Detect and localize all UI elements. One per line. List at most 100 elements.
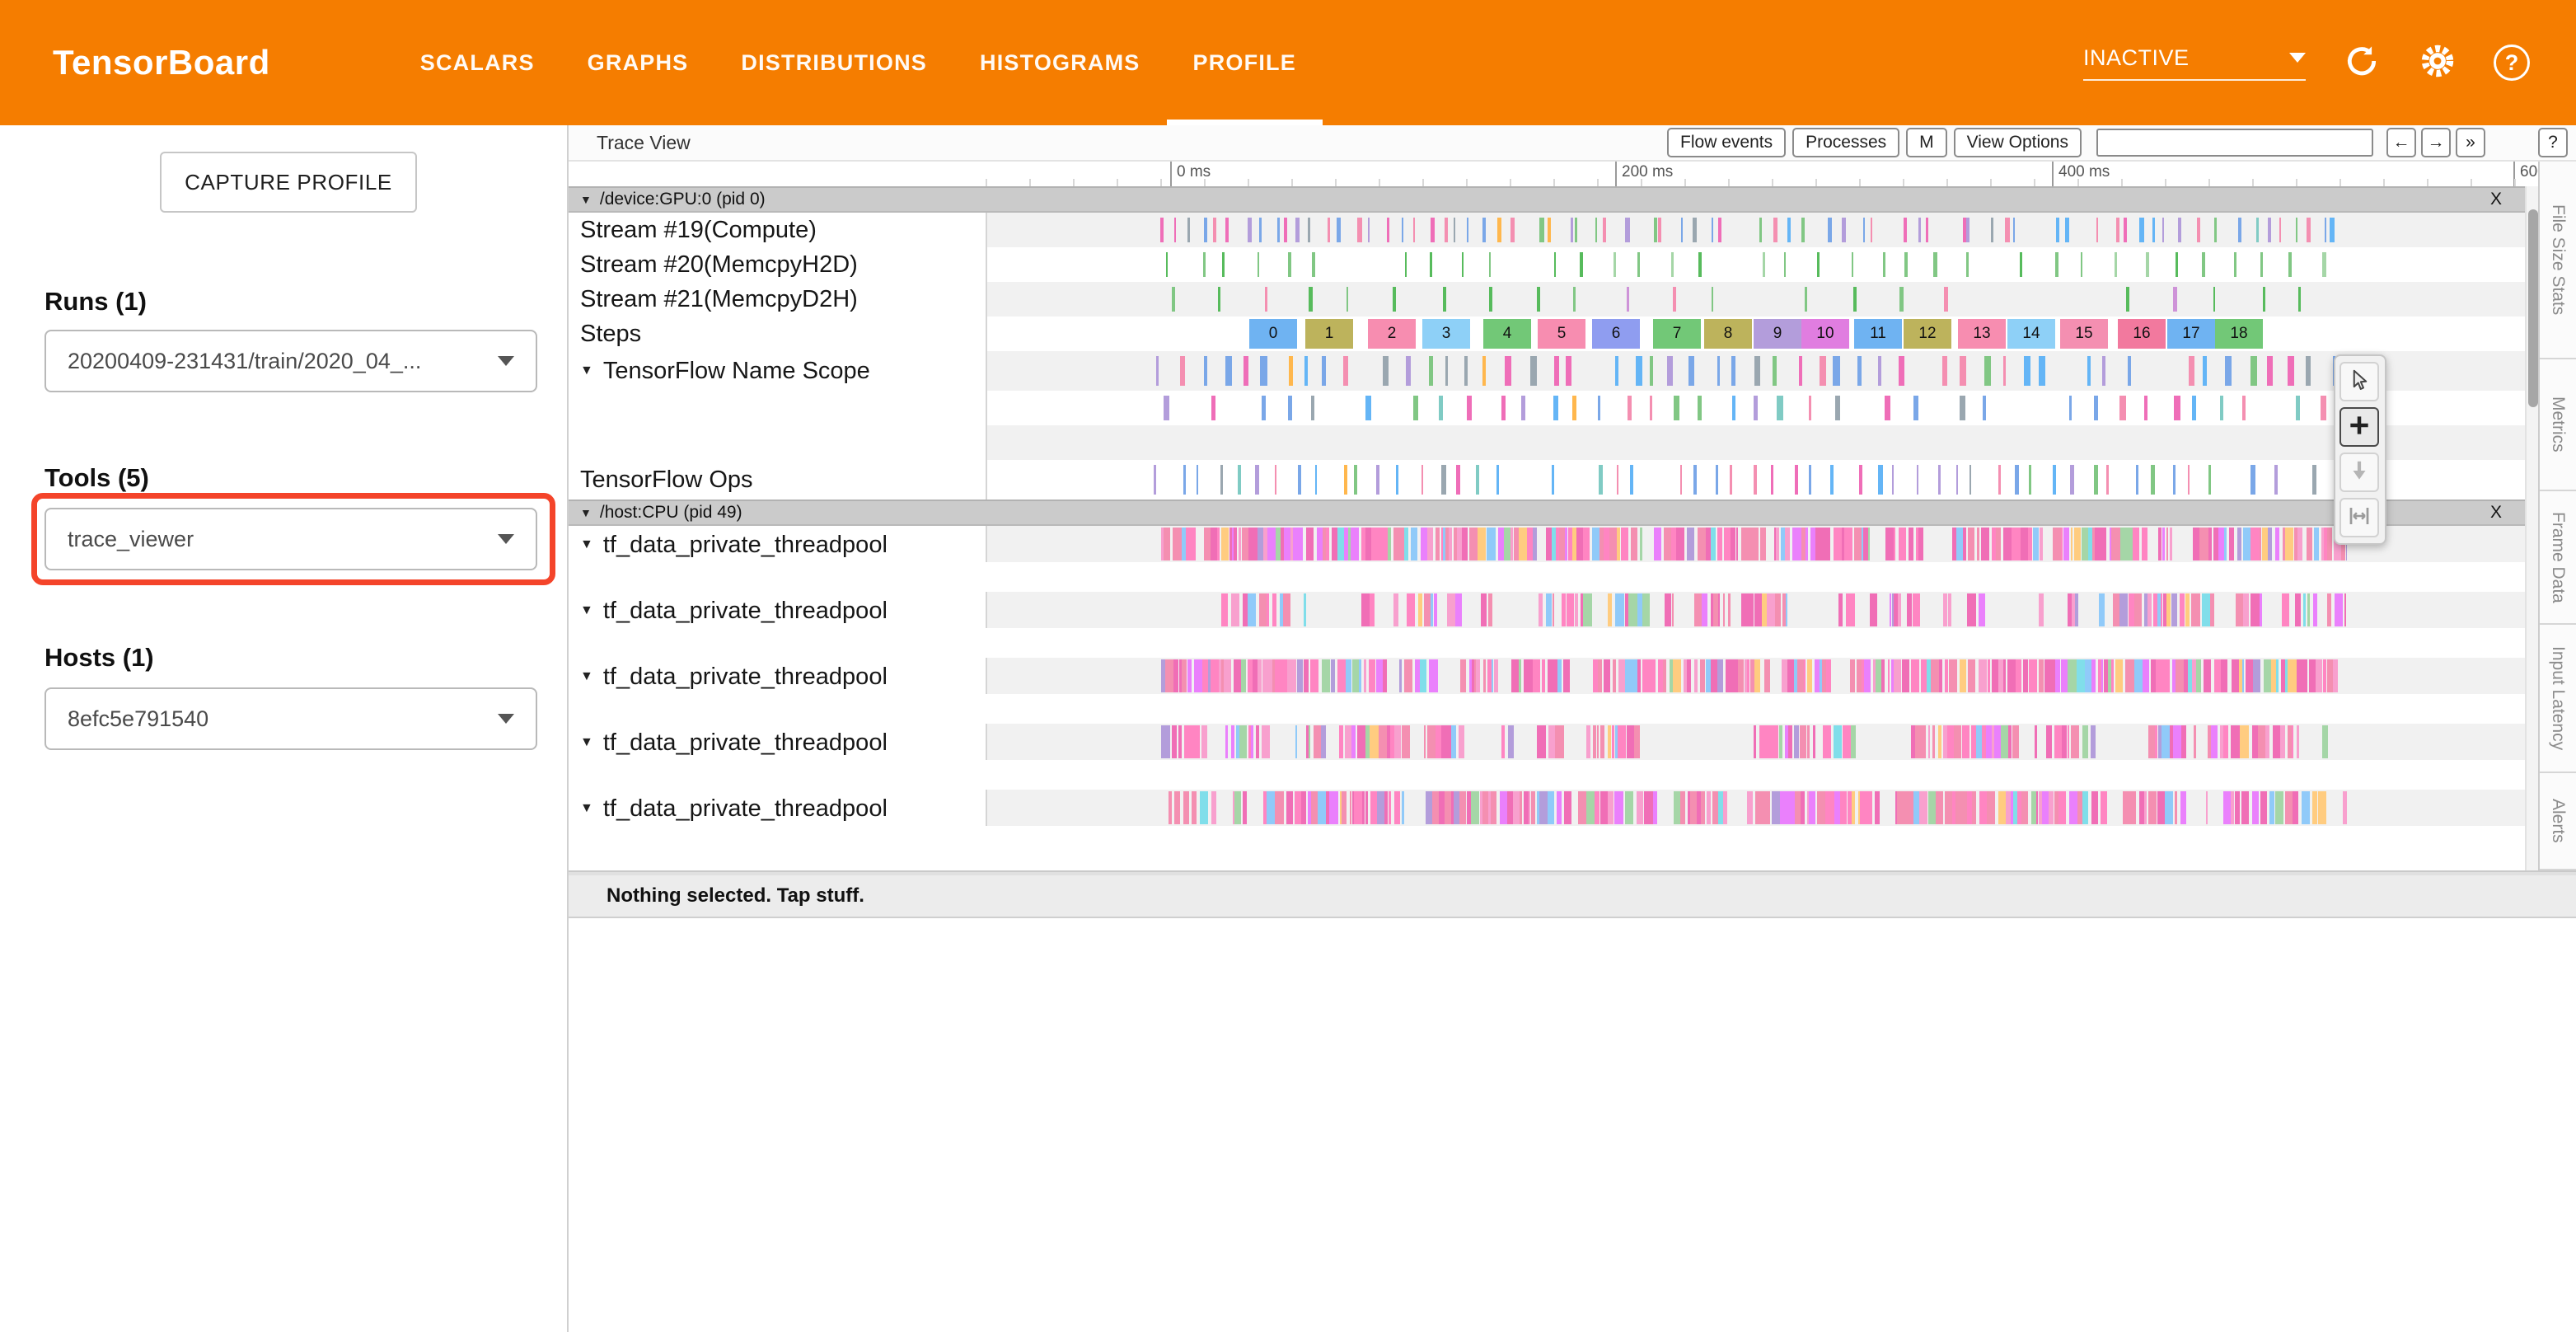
pan-tool-button[interactable]	[2339, 453, 2379, 492]
trace-event-bar[interactable]	[1497, 218, 1502, 242]
refresh-button[interactable]	[2342, 43, 2382, 82]
trace-event-bar[interactable]	[1741, 528, 1747, 560]
trace-event-bar[interactable]	[1183, 791, 1189, 824]
trace-event-bar[interactable]	[1827, 528, 1830, 560]
select-tool-button[interactable]	[2339, 362, 2379, 401]
trace-event-bar[interactable]	[1260, 356, 1267, 386]
row-expand-arrow-icon[interactable]: ▼	[580, 801, 593, 816]
analysis-tab-metrics[interactable]: Metrics	[2540, 359, 2576, 491]
trace-event-bar[interactable]	[1520, 791, 1522, 824]
trace-event-bar[interactable]	[1693, 218, 1697, 242]
step-block[interactable]: 11	[1854, 319, 1902, 349]
trace-event-bar[interactable]	[1478, 528, 1486, 560]
row-expand-arrow-icon[interactable]: ▼	[580, 669, 593, 684]
trace-event-bar[interactable]	[1637, 252, 1640, 277]
trace-event-bar[interactable]	[1178, 725, 1182, 758]
trace-event-bar[interactable]	[2001, 725, 2009, 758]
trace-event-bar[interactable]	[1826, 659, 1831, 692]
nav-tab-profile[interactable]: PROFILE	[1167, 0, 1323, 125]
trace-event-bar[interactable]	[1842, 218, 1846, 242]
trace-event-bar[interactable]	[1350, 791, 1351, 824]
trace-event-bar[interactable]	[1434, 593, 1438, 626]
trace-event-bar[interactable]	[1956, 528, 1963, 560]
trace-event-bar[interactable]	[2074, 528, 2082, 560]
trace-event-bar[interactable]	[2003, 356, 2006, 386]
trace-event-bar[interactable]	[2123, 791, 2129, 824]
scrollbar-thumb[interactable]	[2528, 209, 2538, 407]
trace-event-bar[interactable]	[2039, 659, 2044, 692]
trace-event-bar[interactable]	[1211, 528, 1217, 560]
trace-event-bar[interactable]	[1204, 356, 1208, 386]
trace-event-bar[interactable]	[2220, 396, 2223, 420]
step-block[interactable]: 5	[1538, 319, 1585, 349]
trace-event-bar[interactable]	[1830, 465, 1834, 495]
trace-event-bar[interactable]	[1443, 287, 1447, 312]
trace-event-bar[interactable]	[1197, 465, 1198, 495]
trace-event-bar[interactable]	[1738, 659, 1744, 692]
trace-event-bar[interactable]	[2116, 218, 2119, 242]
trace-event-bar[interactable]	[1883, 252, 1885, 277]
trace-event-bar[interactable]	[1248, 218, 1252, 242]
trace-event-bar[interactable]	[2313, 593, 2318, 626]
trace-event-bar[interactable]	[1967, 791, 1973, 824]
trace-event-bar[interactable]	[2031, 791, 2037, 824]
trace-event-bar[interactable]	[2058, 791, 2066, 824]
trace-event-bar[interactable]	[2312, 465, 2316, 495]
trace-event-bar[interactable]	[1820, 528, 1827, 560]
trace-event-bar[interactable]	[1595, 218, 1598, 242]
trace-event-bar[interactable]	[1351, 725, 1356, 758]
trace-event-bar[interactable]	[2176, 659, 2184, 692]
row-expand-arrow-icon[interactable]: ▼	[580, 363, 593, 378]
trace-event-bar[interactable]	[1224, 659, 1232, 692]
step-block[interactable]: 12	[1904, 319, 1951, 349]
trace-event-bar[interactable]	[1337, 528, 1344, 560]
trace-event-bar[interactable]	[1539, 593, 1543, 626]
trace-event-bar[interactable]	[1354, 791, 1362, 824]
trace-event-bar[interactable]	[1654, 528, 1662, 560]
trace-event-bar[interactable]	[1471, 791, 1479, 824]
trace-event-bar[interactable]	[2279, 218, 2282, 242]
trace-event-bar[interactable]	[1676, 528, 1684, 560]
analysis-tab-input-latency[interactable]: Input Latency	[2540, 625, 2576, 773]
trace-event-bar[interactable]	[1369, 659, 1375, 692]
trace-event-bar[interactable]	[1919, 791, 1928, 824]
trace-row-timeline[interactable]	[986, 790, 2525, 826]
trace-event-bar[interactable]	[2197, 218, 2201, 242]
trace-event-bar[interactable]	[1625, 528, 1628, 560]
trace-event-bar[interactable]	[2232, 659, 2239, 692]
trace-event-bar[interactable]	[1402, 791, 1404, 824]
trace-event-bar[interactable]	[1631, 528, 1637, 560]
trace-event-bar[interactable]	[1583, 593, 1592, 626]
trace-event-bar[interactable]	[2119, 396, 2126, 420]
trace-event-bar[interactable]	[1445, 218, 1448, 242]
trace-event-bar[interactable]	[1628, 593, 1637, 626]
trace-event-bar[interactable]	[1671, 252, 1674, 277]
trace-event-bar[interactable]	[1795, 791, 1801, 824]
trace-event-bar[interactable]	[2253, 659, 2260, 692]
trace-row-timeline[interactable]: 0123456789101112131415161718	[986, 317, 2525, 351]
trace-event-bar[interactable]	[1583, 528, 1589, 560]
trace-event-bar[interactable]	[1314, 725, 1321, 758]
trace-event-bar[interactable]	[1854, 528, 1862, 560]
trace-event-bar[interactable]	[2297, 528, 2302, 560]
trace-event-bar[interactable]	[1275, 465, 1276, 495]
trace-event-bar[interactable]	[1482, 791, 1488, 824]
trace-event-bar[interactable]	[1598, 659, 1603, 692]
trace-event-bar[interactable]	[1575, 218, 1577, 242]
trace-event-bar[interactable]	[1689, 659, 1692, 692]
trace-event-bar[interactable]	[2139, 218, 2144, 242]
trace-event-bar[interactable]	[1505, 356, 1511, 386]
trace-event-bar[interactable]	[1365, 396, 1370, 420]
trace-event-bar[interactable]	[2231, 725, 2240, 758]
trace-event-bar[interactable]	[1807, 725, 1810, 758]
trace-event-bar[interactable]	[1272, 593, 1277, 626]
trace-event-bar[interactable]	[1563, 659, 1570, 692]
trace-event-bar[interactable]	[2256, 218, 2259, 242]
trace-event-bar[interactable]	[2023, 659, 2028, 692]
trace-event-bar[interactable]	[1673, 659, 1681, 692]
trace-event-bar[interactable]	[2055, 252, 2058, 277]
collapse-arrow-icon[interactable]: ▼	[580, 193, 592, 206]
trace-event-bar[interactable]	[2335, 593, 2343, 626]
trace-row-timeline[interactable]	[986, 460, 2525, 500]
trace-event-bar[interactable]	[1469, 528, 1477, 560]
